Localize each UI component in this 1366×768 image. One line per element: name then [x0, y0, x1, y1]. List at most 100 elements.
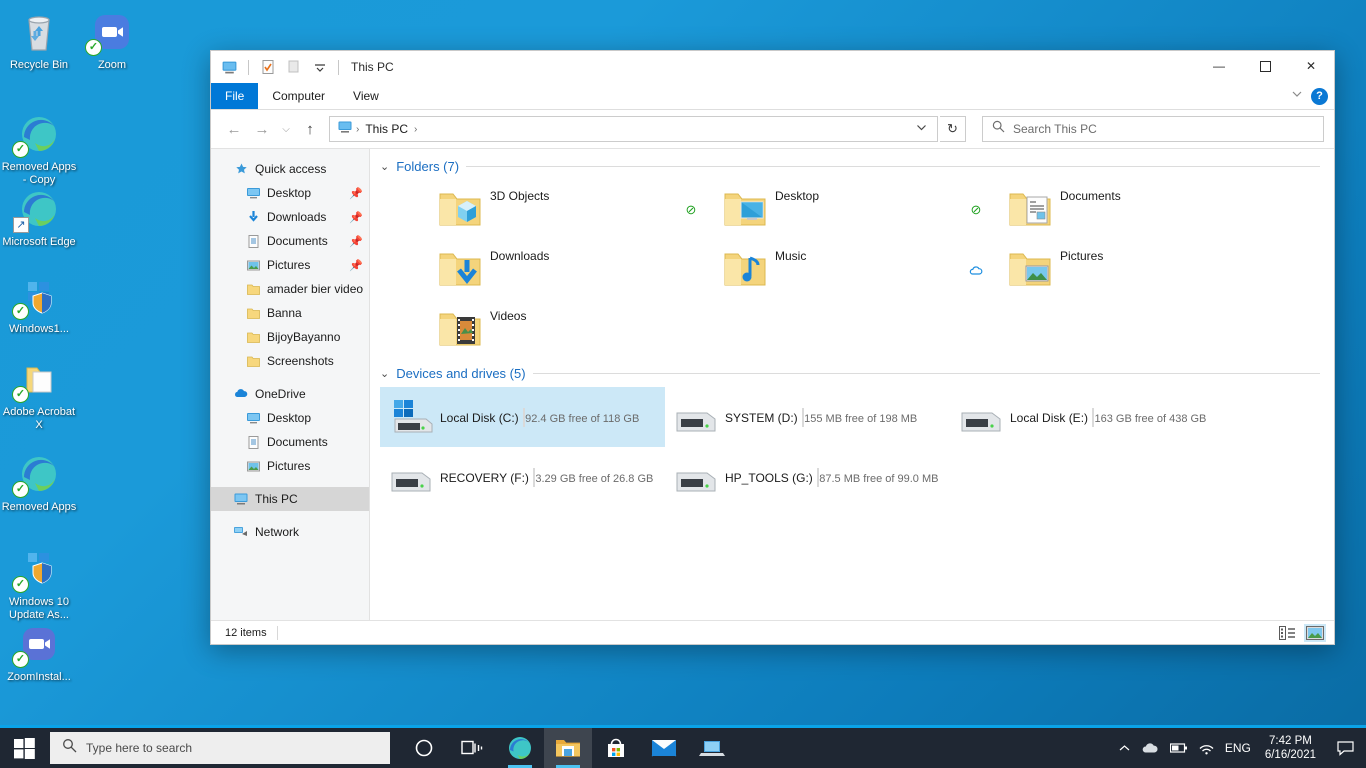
drive-item-hp-tools-g[interactable]: HP_TOOLS (G:) 87.5 MB free of 99.0 MB [665, 447, 950, 507]
cortana-icon[interactable] [400, 728, 448, 768]
drives-group-header[interactable]: ⌄ Devices and drives (5) [380, 366, 1334, 381]
drive-free-space: 155 MB free of 198 MB [804, 413, 918, 425]
sidebar-item-onedrive-desktop[interactable]: Desktop [211, 406, 369, 430]
desktop-icon-zoom[interactable]: ✓ Zoom [73, 8, 151, 72]
pin-icon[interactable]: 📌 [349, 211, 363, 224]
chevron-down-icon[interactable]: ⌄ [380, 160, 389, 173]
sync-check-badge: ✓ [12, 303, 29, 320]
sidebar-item-label: Documents [267, 234, 328, 248]
sidebar-item-this-pc[interactable]: This PC [211, 487, 369, 511]
large-icons-view-icon[interactable] [1304, 623, 1326, 642]
forward-button[interactable]: → [249, 116, 275, 142]
tab-file[interactable]: File [211, 83, 259, 109]
chevron-down-icon[interactable] [1291, 87, 1303, 105]
sidebar-item-onedrive-documents[interactable]: Documents [211, 430, 369, 454]
search-input[interactable]: Search This PC [982, 116, 1324, 142]
desktop-icon [245, 410, 261, 426]
desktop-icon-recycle-bin[interactable]: Recycle Bin [0, 8, 78, 72]
sidebar-item-onedrive-pictures[interactable]: Pictures [211, 454, 369, 478]
back-button[interactable]: ← [221, 116, 247, 142]
breadcrumb[interactable]: › This PC › [329, 116, 938, 142]
language-indicator[interactable]: ENG [1225, 741, 1251, 755]
folder-item-videos[interactable]: Videos [380, 300, 665, 360]
minimize-button[interactable]: — [1196, 51, 1242, 81]
drive-item-recovery-f[interactable]: RECOVERY (F:) 3.29 GB free of 26.8 GB [380, 447, 665, 507]
clock-time: 7:42 PM [1269, 735, 1312, 747]
drive-item-local-disk-e[interactable]: Local Disk (E:) 163 GB free of 438 GB [950, 387, 1235, 447]
desktop-icon-zoom-installer[interactable]: ✓ ZoomInstal... [0, 620, 78, 684]
close-button[interactable]: ✕ [1288, 51, 1334, 81]
pin-icon[interactable]: 📌 [349, 235, 363, 248]
recent-locations-button[interactable]: ⌵ [277, 116, 295, 142]
sidebar-item-bijoybayanno[interactable]: BijoyBayanno [211, 325, 369, 349]
up-button[interactable]: ↑ [297, 116, 323, 142]
properties-icon[interactable] [257, 57, 278, 78]
sidebar-item-screenshots[interactable]: Screenshots [211, 349, 369, 373]
folder-item-downloads[interactable]: Downloads [380, 240, 665, 300]
folder-item-documents[interactable]: ⊘ Documents [950, 180, 1235, 240]
start-button[interactable] [0, 728, 48, 768]
clock[interactable]: 7:42 PM 6/16/2021 [1261, 734, 1320, 762]
chevron-up-icon[interactable] [1118, 742, 1131, 755]
drive-item-local-disk-c[interactable]: Local Disk (C:) 92.4 GB free of 118 GB [380, 387, 665, 447]
notification-icon[interactable] [1330, 727, 1360, 768]
sidebar-item-amader-bier-video[interactable]: amader bier video [211, 277, 369, 301]
sidebar-item-downloads[interactable]: Downloads 📌 [211, 205, 369, 229]
breadcrumb-dropdown-icon[interactable] [908, 122, 935, 136]
desktop-icon-microsoft-edge[interactable]: ↗ Microsoft Edge [0, 185, 78, 249]
taskbar-search-input[interactable]: Type here to search [50, 732, 390, 764]
sidebar-item-desktop[interactable]: Desktop 📌 [211, 181, 369, 205]
refresh-button[interactable]: ↻ [940, 116, 966, 142]
folder-item-desktop[interactable]: ⊘ Desktop [665, 180, 950, 240]
customize-dropdown-icon[interactable] [309, 57, 330, 78]
sidebar-item-onedrive[interactable]: OneDrive [211, 382, 369, 406]
microsoft-edge-icon[interactable] [496, 728, 544, 768]
folders-group-header[interactable]: ⌄ Folders (7) [380, 159, 1334, 174]
sidebar-item-banna[interactable]: Banna [211, 301, 369, 325]
pin-icon[interactable]: 📌 [349, 259, 363, 272]
folder-item-3d-objects[interactable]: 3D Objects [380, 180, 665, 240]
file-list-pane[interactable]: ⌄ Folders (7) 3D Objects ⊘ Desktop ⊘ Doc… [370, 149, 1334, 620]
breadcrumb-separator: › [356, 123, 360, 135]
this-pc-icon[interactable] [219, 57, 240, 78]
tab-computer[interactable]: Computer [258, 83, 339, 109]
sync-status-cloud-icon [968, 262, 984, 278]
onedrive-cloud-icon[interactable] [1141, 741, 1160, 755]
desktop-icon-windows-10-update-assistant[interactable]: ✓ Windows 10 Update As... [0, 545, 78, 622]
folder-item-label: Desktop [775, 189, 820, 203]
pin-icon[interactable]: 📌 [349, 187, 363, 200]
microsoft-store-icon[interactable] [592, 728, 640, 768]
file-explorer-icon[interactable] [544, 728, 592, 768]
wifi-icon[interactable] [1198, 742, 1215, 755]
task-view-icon[interactable] [448, 728, 496, 768]
tab-view[interactable]: View [339, 83, 393, 109]
desktop-icon-label: Windows1... [9, 323, 69, 335]
sidebar-item-quick-access[interactable]: Quick access [211, 157, 369, 181]
folder-item-label: 3D Objects [490, 189, 550, 203]
mail-icon[interactable] [640, 728, 688, 768]
desktop-icon-removed-apps-copy[interactable]: ✓ Removed Apps - Copy [0, 110, 78, 187]
folder-item-pictures[interactable]: Pictures [950, 240, 1235, 300]
desktop-icon-windows1[interactable]: ✓ Windows1... [0, 272, 78, 336]
sidebar-item-documents[interactable]: Documents 📌 [211, 229, 369, 253]
zoom-app-icon: ✓ [12, 620, 63, 668]
sidebar-item-label: Desktop [267, 411, 312, 425]
chevron-down-icon[interactable]: ⌄ [380, 367, 389, 380]
desktop-icon-adobe-acrobat-x[interactable]: ✓ Adobe Acrobat X [0, 355, 78, 432]
sidebar-item-network[interactable]: Network [211, 520, 369, 544]
battery-icon[interactable] [1169, 742, 1188, 754]
drives-group-title: Devices and drives (5) [396, 366, 526, 381]
breadcrumb-item-this-pc[interactable]: This PC [362, 122, 411, 136]
recycle-bin-icon [15, 8, 63, 56]
desktop-icon-removed-apps[interactable]: ✓ Removed Apps [0, 450, 78, 514]
drive-item-system-d[interactable]: SYSTEM (D:) 155 MB free of 198 MB [665, 387, 950, 447]
sidebar-item-pictures[interactable]: Pictures 📌 [211, 253, 369, 277]
new-folder-icon[interactable] [283, 57, 304, 78]
maximize-button[interactable] [1242, 51, 1288, 81]
breadcrumb-separator[interactable]: › [414, 124, 417, 135]
folder-item-music[interactable]: Music [665, 240, 950, 300]
details-view-icon[interactable] [1276, 624, 1298, 642]
help-button[interactable]: ? [1311, 87, 1328, 105]
remote-desktop-icon[interactable] [688, 728, 736, 768]
